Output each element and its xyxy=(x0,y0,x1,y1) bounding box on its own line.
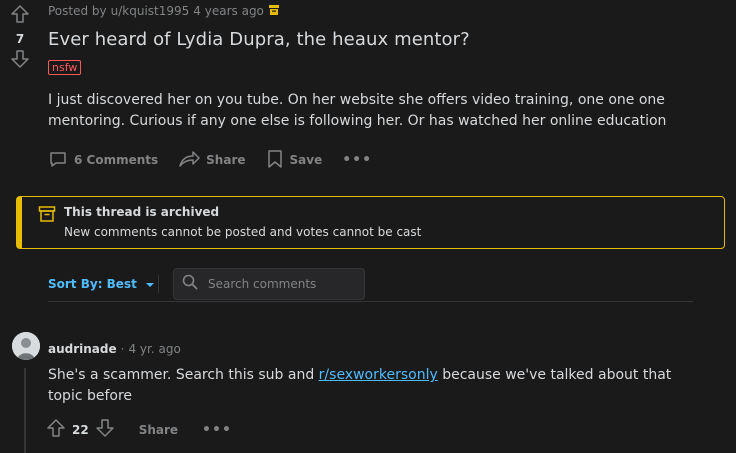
archive-box-icon xyxy=(38,205,56,248)
comment-author[interactable]: audrinade xyxy=(48,342,117,356)
archive-icon xyxy=(268,4,280,19)
archived-title: This thread is archived xyxy=(64,205,220,219)
post-actions: 6 Comments Share Save ••• xyxy=(48,148,728,172)
sort-divider xyxy=(158,274,159,293)
share-label: Share xyxy=(206,153,246,167)
downvote-icon[interactable] xyxy=(10,49,30,73)
post-time: 4 years ago xyxy=(193,4,264,18)
comment-search[interactable] xyxy=(173,267,365,300)
comment-sort-bar: Sort By: Best xyxy=(48,266,693,302)
comment-body: She's a scammer. Search this sub and r/s… xyxy=(48,365,688,407)
share-icon xyxy=(178,149,200,172)
archived-subtitle: New comments cannot be posted and votes … xyxy=(64,225,422,239)
subreddit-link[interactable]: r/sexworkersonly xyxy=(319,367,438,383)
comments-button[interactable]: 6 Comments xyxy=(48,149,158,172)
comment-share-button[interactable]: Share xyxy=(139,423,178,437)
bookmark-icon xyxy=(266,149,284,172)
search-comments-input[interactable] xyxy=(208,276,358,291)
post-title[interactable]: Ever heard of Lydia Dupra, the heaux men… xyxy=(48,29,728,51)
comment-separator: · xyxy=(120,342,125,356)
comment-upvote-icon[interactable] xyxy=(46,418,66,442)
caret-down-icon xyxy=(145,277,155,291)
upvote-icon[interactable] xyxy=(10,4,30,28)
post-body: I just discovered her on you tube. On he… xyxy=(48,92,667,129)
comment-more-icon[interactable]: ••• xyxy=(202,422,232,438)
nsfw-flair: nsfw xyxy=(48,60,82,75)
avatar[interactable] xyxy=(12,332,40,360)
comment-icon xyxy=(48,149,68,172)
comments-count-label: 6 Comments xyxy=(74,153,159,167)
archived-text: This thread is archived New comments can… xyxy=(64,205,421,248)
post: Posted by u/kquist1995 4 years ago Ever … xyxy=(48,0,728,172)
more-options-icon[interactable]: ••• xyxy=(342,152,372,168)
comment-header: audrinade · 4 yr. ago xyxy=(48,342,181,356)
comment-downvote-icon[interactable] xyxy=(95,418,115,442)
post-score: 7 xyxy=(15,32,25,46)
comment-text-before: She's a scammer. Search this sub and xyxy=(48,367,319,383)
search-icon xyxy=(182,274,198,294)
sort-dropdown[interactable]: Sort By: Best xyxy=(48,277,158,291)
comment-score: 22 xyxy=(72,423,89,437)
posted-by-label: Posted by xyxy=(48,4,107,18)
share-button[interactable]: Share xyxy=(178,149,246,172)
thread-line[interactable] xyxy=(24,368,26,453)
post-author-link[interactable]: u/kquist1995 xyxy=(111,4,190,18)
save-label: Save xyxy=(289,153,323,167)
post-meta: Posted by u/kquist1995 4 years ago xyxy=(48,3,728,19)
archived-banner: This thread is archived New comments can… xyxy=(16,196,725,249)
save-button[interactable]: Save xyxy=(266,149,323,172)
comment-actions: 22 Share ••• xyxy=(46,418,232,442)
vote-column: 7 xyxy=(0,0,40,73)
sort-label: Sort By: Best xyxy=(48,276,137,291)
comment-time[interactable]: 4 yr. ago xyxy=(128,342,180,356)
